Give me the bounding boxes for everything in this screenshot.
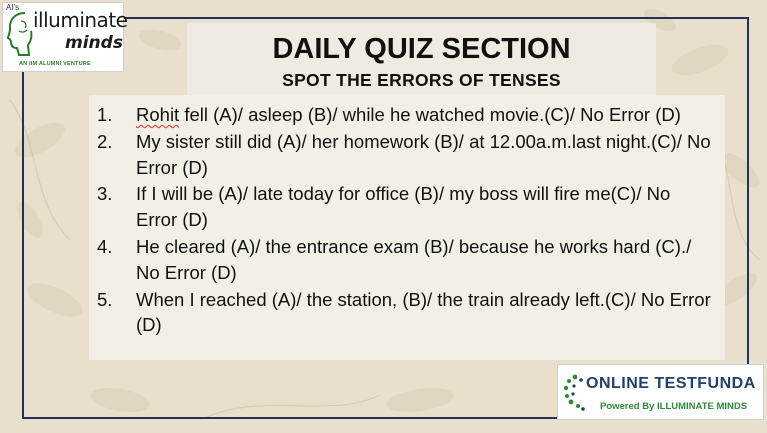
question-item: 4. He cleared (A)/ the entrance exam (B)/… xyxy=(97,234,712,286)
question-number: 2. xyxy=(97,130,113,152)
testfunda-powered-by: Powered By ILLUMINATE MINDS xyxy=(600,401,748,412)
head-silhouette-icon xyxy=(7,12,33,56)
questions-panel: 1. Rohit fell (A)/ asleep (B)/ while he w… xyxy=(89,95,725,360)
logo-tagline: AN IIM ALUMNI VENTURE xyxy=(19,61,91,67)
question-item: 3. If I will be (A)/ late today for offic… xyxy=(97,181,712,233)
question-number: 1. xyxy=(97,104,113,125)
question-text: If I will be (A)/ late today for office … xyxy=(136,183,671,231)
question-number: 3. xyxy=(97,183,113,205)
dotted-circle-icon xyxy=(563,374,585,411)
question-list: 1. Rohit fell (A)/ asleep (B)/ while he w… xyxy=(97,102,712,339)
question-number: 4. xyxy=(97,235,113,257)
illuminate-minds-logo: AI's illuminate minds AN IIM ALUMNI VENT… xyxy=(2,2,128,72)
question-text: My sister still did (A)/ her homework (B… xyxy=(136,130,711,178)
question-text: fell (A)/ asleep (B)/ while he watched m… xyxy=(179,104,681,125)
page-subtitle: SPOT THE ERRORS OF TENSES xyxy=(282,70,561,90)
question-number: 5. xyxy=(97,288,113,310)
title-panel: DAILY QUIZ SECTION SPOT THE ERRORS OF TE… xyxy=(187,23,656,95)
question-text: He cleared (A)/ the entrance exam (B)/ b… xyxy=(136,235,692,283)
logo-word-minds: minds xyxy=(65,33,123,53)
testfunda-brand-name: ONLINE TESTFUNDA xyxy=(586,375,756,392)
logo-word-illuminate: illuminate xyxy=(33,8,128,32)
question-item: 2. My sister still did (A)/ her homework … xyxy=(97,129,712,181)
question-text: When I reached (A)/ the station, (B)/ th… xyxy=(136,288,711,336)
page-title: DAILY QUIZ SECTION xyxy=(272,33,571,65)
question-item: 1. Rohit fell (A)/ asleep (B)/ while he w… xyxy=(97,102,712,128)
question-first-word: Rohit xyxy=(136,104,180,125)
question-item: 5. When I reached (A)/ the station, (B)/ … xyxy=(97,287,712,339)
online-testfunda-logo: ONLINE TESTFUNDA Powered By ILLUMINATE M… xyxy=(557,364,764,420)
